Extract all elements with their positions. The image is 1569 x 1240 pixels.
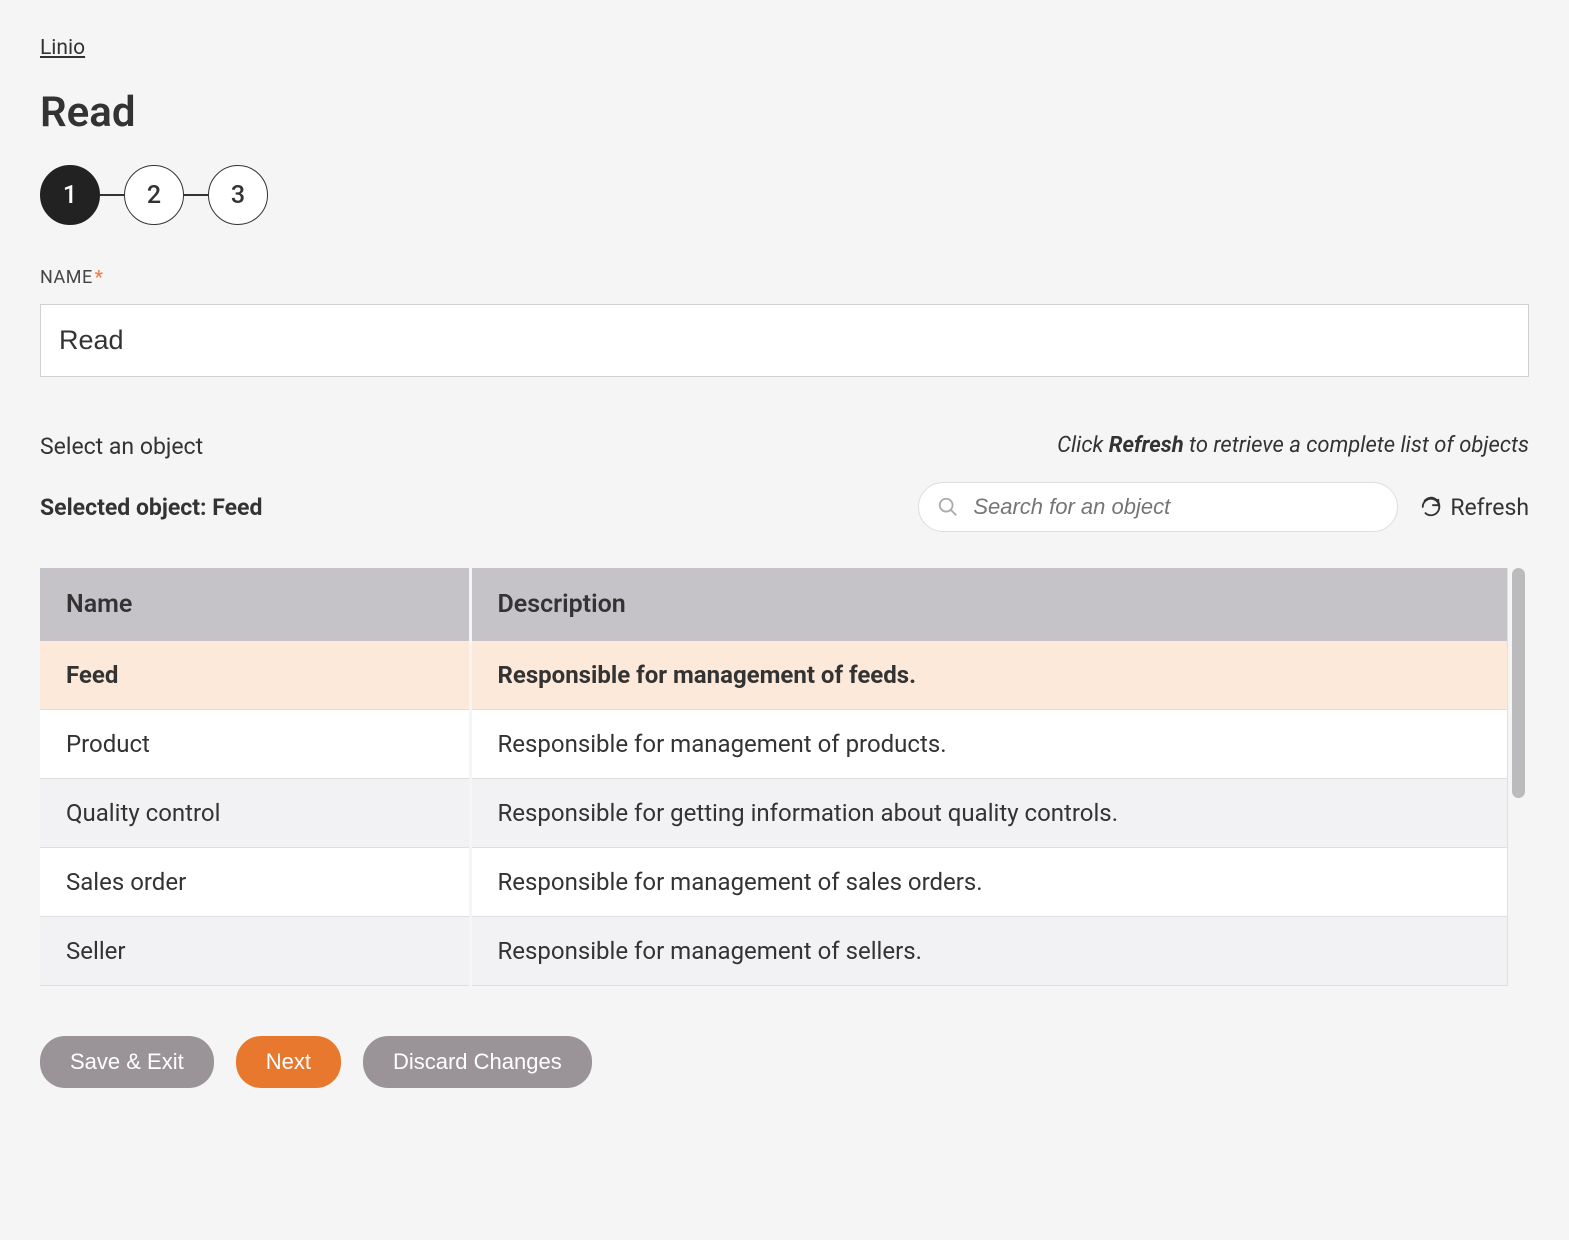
step-3[interactable]: 3 [208, 165, 268, 225]
cell-name: Quality control [40, 779, 470, 848]
table-row[interactable]: Product Responsible for management of pr… [40, 710, 1507, 779]
breadcrumb-link[interactable]: Linio [40, 36, 85, 60]
required-mark: * [95, 267, 104, 288]
step-connector [100, 194, 124, 196]
name-field-label: NAME* [40, 267, 1529, 288]
step-connector [184, 194, 208, 196]
cell-name: Feed [40, 641, 470, 710]
table-row[interactable]: Feed Responsible for management of feeds… [40, 641, 1507, 710]
scrollbar-thumb[interactable] [1512, 568, 1525, 798]
scrollbar-track[interactable] [1507, 568, 1529, 986]
helper-prefix: Click [1057, 433, 1109, 458]
column-header-description[interactable]: Description [470, 568, 1507, 641]
save-exit-button[interactable]: Save & Exit [40, 1036, 214, 1088]
select-object-prompt: Select an object [40, 433, 203, 460]
refresh-helper-text: Click Refresh to retrieve a complete lis… [1057, 433, 1529, 458]
stepper: 1 2 3 [40, 165, 1529, 225]
next-button[interactable]: Next [236, 1036, 341, 1088]
step-2[interactable]: 2 [124, 165, 184, 225]
page-title: Read [40, 88, 1529, 137]
search-input[interactable] [971, 493, 1379, 521]
object-table: Name Description Feed Responsible for ma… [40, 568, 1507, 986]
search-box[interactable] [918, 482, 1398, 532]
cell-description: Responsible for management of feeds. [470, 641, 1507, 710]
cell-description: Responsible for management of sales orde… [470, 848, 1507, 917]
helper-suffix: to retrieve a complete list of objects [1184, 433, 1529, 458]
refresh-button[interactable]: Refresh [1420, 494, 1529, 521]
cell-description: Responsible for getting information abou… [470, 779, 1507, 848]
discard-button[interactable]: Discard Changes [363, 1036, 592, 1088]
name-field-label-text: NAME [40, 267, 93, 288]
cell-description: Responsible for management of products. [470, 710, 1507, 779]
column-header-name[interactable]: Name [40, 568, 470, 641]
cell-name: Product [40, 710, 470, 779]
selected-object-value: Feed [212, 494, 262, 521]
cell-name: Sales order [40, 848, 470, 917]
step-1[interactable]: 1 [40, 165, 100, 225]
cell-name: Seller [40, 917, 470, 986]
table-row[interactable]: Sales order Responsible for management o… [40, 848, 1507, 917]
helper-bold: Refresh [1109, 433, 1184, 458]
refresh-icon [1420, 496, 1442, 518]
selected-object-prefix: Selected object: [40, 494, 212, 521]
name-input[interactable] [40, 304, 1529, 377]
cell-description: Responsible for management of sellers. [470, 917, 1507, 986]
table-row[interactable]: Quality control Responsible for getting … [40, 779, 1507, 848]
selected-object-label: Selected object: Feed [40, 494, 262, 521]
table-row[interactable]: Seller Responsible for management of sel… [40, 917, 1507, 986]
search-icon [937, 496, 959, 518]
refresh-label: Refresh [1450, 494, 1529, 521]
